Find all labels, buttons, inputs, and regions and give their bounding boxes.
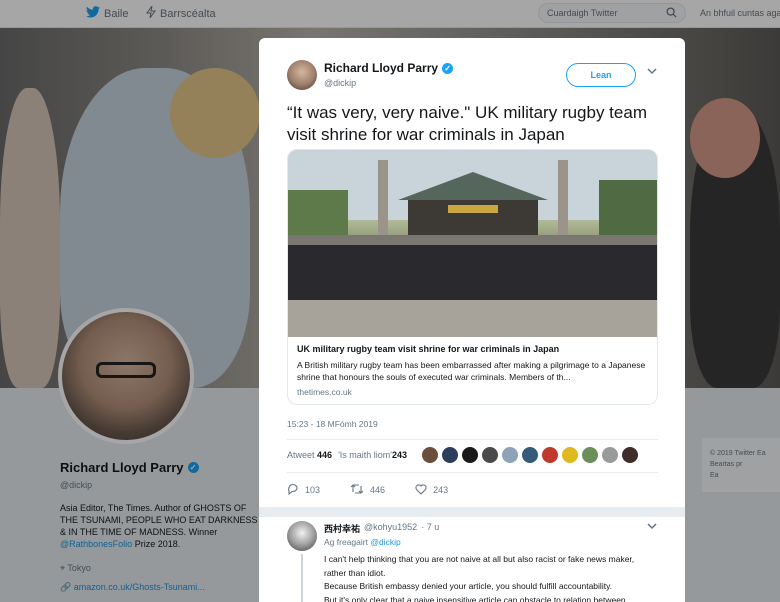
liker-avatar[interactable] (422, 447, 438, 463)
reply-line: But it's only clear that a naive insensi… (324, 594, 636, 602)
reply-line: rather than idiot. (324, 567, 386, 578)
liker-avatar[interactable] (602, 447, 618, 463)
reply-icon (287, 483, 299, 497)
reply-header: 西村幸祐 @kohyu1952 · 7 u (324, 522, 439, 535)
divider (287, 472, 658, 473)
reply-author-handle[interactable]: @kohyu1952 (364, 522, 417, 535)
tweet-author-avatar[interactable] (287, 60, 317, 90)
reply-time[interactable]: · 7 u (421, 522, 439, 535)
liker-avatar[interactable] (562, 447, 578, 463)
liker-avatar[interactable] (622, 447, 638, 463)
reply-text: I can't help thinking that you are not n… (324, 553, 664, 602)
reply-avatar[interactable] (287, 521, 317, 551)
tweet-author-handle[interactable]: @dickip (324, 78, 356, 88)
reply-line: I can't help thinking that you are not n… (324, 554, 635, 564)
retweet-button[interactable]: 446 (350, 483, 385, 497)
likes-stat[interactable]: 'Is maith liom'243 (338, 450, 407, 460)
likes-count: 243 (392, 450, 408, 460)
chevron-down-icon[interactable] (647, 522, 657, 533)
retweet-icon (350, 483, 364, 497)
replying-to: Ag freagairt @dickip (324, 537, 401, 547)
reply-separator (259, 507, 685, 517)
tweet-author-name[interactable]: Richard Lloyd Parry ✓ (324, 61, 454, 75)
liker-avatar[interactable] (582, 447, 598, 463)
reply-count: 103 (305, 485, 321, 495)
tweet-text: “It was very, very naive." UK military r… (287, 103, 647, 144)
card-domain: thetimes.co.uk (297, 387, 352, 397)
card-title: UK military rugby team visit shrine for … (297, 344, 560, 354)
verified-icon: ✓ (442, 62, 454, 74)
link-card[interactable]: UK military rugby team visit shrine for … (287, 149, 658, 405)
retweets-label: Atweet (287, 450, 315, 460)
reply-line: Because British embassy denied your arti… (324, 581, 613, 591)
tweet-stats: Atweet 446 'Is maith liom'243 (287, 450, 407, 460)
tweet-timestamp[interactable]: 15:23 - 18 MFómh 2019 (287, 419, 378, 429)
liker-avatar[interactable] (542, 447, 558, 463)
tweet-actions: 103 446 243 (287, 483, 448, 497)
follow-button[interactable]: Lean (566, 63, 636, 87)
reply-author-name[interactable]: 西村幸祐 (324, 522, 360, 535)
liker-avatar[interactable] (522, 447, 538, 463)
like-button[interactable]: 243 (415, 483, 448, 497)
liker-avatar[interactable] (502, 447, 518, 463)
like-count: 243 (433, 485, 449, 495)
card-description: A British military rugby team has been e… (297, 360, 646, 382)
divider (287, 439, 658, 440)
retweet-count: 446 (370, 485, 386, 495)
card-image (288, 150, 657, 337)
liker-avatar[interactable] (462, 447, 478, 463)
liker-avatars (422, 447, 638, 463)
chevron-down-icon[interactable] (647, 67, 657, 78)
author-name-text: Richard Lloyd Parry (324, 61, 439, 75)
replying-to-handle[interactable]: @dickip (370, 537, 400, 547)
thread-line (301, 554, 303, 602)
likes-label: 'Is maith liom' (338, 450, 393, 460)
liker-avatar[interactable] (482, 447, 498, 463)
retweet-stat[interactable]: Atweet 446 (287, 450, 332, 460)
heart-icon (415, 483, 427, 497)
liker-avatar[interactable] (442, 447, 458, 463)
shrine-photo (288, 150, 657, 337)
tweet-modal: Richard Lloyd Parry ✓ @dickip Lean “It wa… (259, 38, 685, 602)
retweets-count: 446 (317, 450, 333, 460)
reply-button[interactable]: 103 (287, 483, 320, 497)
replying-to-label: Ag freagairt (324, 537, 368, 547)
